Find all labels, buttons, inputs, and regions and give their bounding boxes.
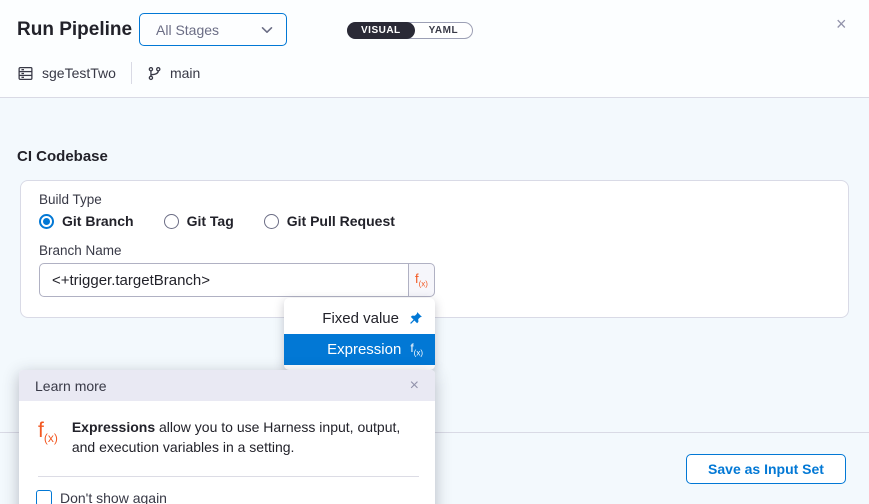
dont-show-again-row[interactable]: Don't show again — [19, 477, 435, 504]
pin-icon — [408, 311, 423, 326]
chevron-down-icon — [261, 26, 273, 34]
branch-name-input[interactable] — [39, 263, 409, 297]
learn-more-popover: Learn more × f(x) Expressions allow you … — [19, 370, 435, 504]
popover-text-bold: Expressions — [72, 419, 155, 435]
popover-close-icon[interactable]: × — [410, 378, 419, 394]
toggle-visual[interactable]: VISUAL — [347, 22, 415, 39]
value-type-menu: Fixed value Expression f(x) — [284, 298, 435, 370]
divider — [131, 62, 132, 84]
fx-icon: f(x) — [415, 272, 428, 289]
close-icon[interactable]: × — [836, 15, 847, 33]
menu-item-fixed-value[interactable]: Fixed value — [284, 303, 435, 334]
radio-label: Git Tag — [187, 213, 234, 229]
visual-yaml-toggle: VISUAL YAML — [347, 22, 473, 39]
dialog-header: Run Pipeline All Stages VISUAL YAML × — [0, 0, 869, 98]
repo-name: sgeTestTwo — [42, 65, 116, 81]
dont-show-again-checkbox[interactable] — [36, 490, 52, 504]
stage-selector[interactable]: All Stages — [139, 13, 287, 46]
fx-button[interactable]: f(x) — [409, 263, 435, 297]
git-branch-icon — [147, 66, 162, 81]
radio-selected-icon[interactable] — [39, 214, 54, 229]
popover-body: f(x) Expressions allow you to use Harnes… — [19, 401, 435, 457]
run-pipeline-dialog: Run Pipeline All Stages VISUAL YAML × — [0, 0, 869, 504]
build-type-radio-group: Git Branch Git Tag Git Pull Request — [39, 213, 425, 229]
popover-title: Learn more — [35, 378, 107, 394]
ci-codebase-card: Build Type Git Branch Git Tag Git Pull R… — [20, 180, 849, 318]
fx-icon-large: f(x) — [38, 420, 58, 457]
toggle-yaml[interactable]: YAML — [415, 23, 472, 38]
radio-unselected-icon[interactable] — [164, 214, 179, 229]
branch-name: main — [170, 65, 200, 81]
dont-show-again-label: Don't show again — [60, 490, 167, 504]
radio-git-tag[interactable]: Git Tag — [164, 213, 234, 229]
menu-item-label: Fixed value — [322, 310, 399, 327]
stage-selector-value: All Stages — [156, 22, 219, 38]
radio-git-pull-request[interactable]: Git Pull Request — [264, 213, 395, 229]
menu-item-label: Expression — [327, 341, 401, 358]
build-type-label: Build Type — [39, 192, 102, 207]
save-as-input-set-button[interactable]: Save as Input Set — [686, 454, 846, 484]
repository-icon — [17, 65, 34, 82]
fx-icon: f(x) — [410, 342, 423, 357]
radio-label: Git Branch — [62, 213, 134, 229]
pipeline-meta-row: sgeTestTwo main — [17, 61, 200, 85]
radio-label: Git Pull Request — [287, 213, 395, 229]
popover-text: Expressions allow you to use Harness inp… — [72, 417, 412, 457]
branch-name-label: Branch Name — [39, 243, 122, 258]
radio-git-branch[interactable]: Git Branch — [39, 213, 134, 229]
menu-item-expression[interactable]: Expression f(x) — [284, 334, 435, 365]
popover-header: Learn more × — [19, 370, 435, 401]
section-title-ci-codebase: CI Codebase — [17, 148, 108, 165]
page-title: Run Pipeline — [17, 19, 132, 41]
branch-name-input-row: f(x) — [39, 263, 435, 297]
radio-unselected-icon[interactable] — [264, 214, 279, 229]
